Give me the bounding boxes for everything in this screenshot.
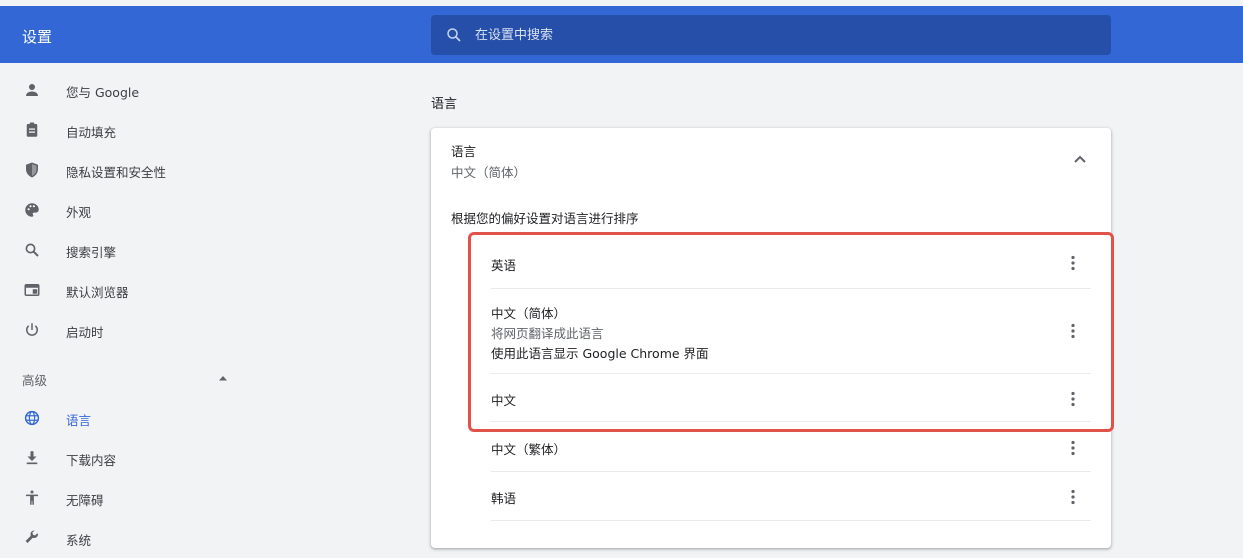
clipboard-icon [26,122,38,137]
more-vert-icon[interactable] [1063,438,1083,458]
accessibility-icon [26,490,38,505]
search-input[interactable] [475,15,1095,55]
page-title: 设置 [22,28,53,46]
chevron-up-icon[interactable] [1065,144,1095,174]
sidebar-advanced-toggle[interactable]: 高级 [22,370,47,389]
sidebar-item-label: 下载内容 [66,453,117,468]
sidebar-item-label: 默认浏览器 [66,285,129,300]
language-row: 中文（简体） 将网页翻译成此语言 使用此语言显示 Google Chrome 界… [491,289,1091,374]
sidebar-item-you-and-google[interactable]: 您与 Google [0,70,256,110]
shield-icon [26,162,38,178]
language-name: 中文（繁体） [491,442,567,457]
sidebar-item-system[interactable]: 系统 [0,518,256,558]
sidebar-item-appearance[interactable]: 外观 [0,190,256,230]
arrow-up-icon[interactable] [218,374,228,382]
languages-card: 语言 中文（简体） 根据您的偏好设置对语言进行排序 英语 中文（简体） 将网页翻… [431,128,1111,548]
sidebar-item-label: 隐私设置和安全性 [66,165,167,180]
person-icon [26,84,38,96]
search-box[interactable] [431,15,1111,55]
language-name: 中文（简体） [491,306,567,321]
more-vert-icon[interactable] [1063,321,1083,341]
power-icon [26,323,38,336]
language-name: 中文 [491,393,517,408]
language-name: 英语 [491,258,517,273]
globe-icon [24,410,40,426]
sidebar-item-label: 启动时 [66,325,104,340]
language-row: 中文（繁体） [491,422,1091,472]
card-title: 语言 [451,144,477,159]
more-vert-icon[interactable] [1063,253,1083,273]
sidebar-item-accessibility[interactable]: 无障碍 [0,478,256,518]
sidebar-item-autofill[interactable]: 自动填充 [0,110,256,150]
language-row: 英语 [491,233,1091,289]
language-name: 韩语 [491,491,517,506]
main-content: 语言 语言 中文（简体） 根据您的偏好设置对语言进行排序 英语 中文（简体） 将… [431,63,1111,548]
sidebar-item-on-startup[interactable]: 启动时 [0,310,256,350]
top-bar: 设置 [0,6,1243,63]
language-row: 中文 [491,374,1091,422]
sidebar-item-privacy[interactable]: 隐私设置和安全性 [0,150,256,190]
language-note: 将网页翻译成此语言 [491,326,604,341]
sidebar-item-label: 无障碍 [66,493,104,508]
sidebar-item-default-browser[interactable]: 默认浏览器 [0,270,256,310]
search-icon [25,243,39,257]
sidebar-item-label: 搜索引擎 [66,245,117,260]
wrench-icon [25,530,39,543]
sidebar-item-label: 语言 [66,413,92,428]
palette-icon [25,203,39,217]
sidebar-item-label: 外观 [66,205,92,220]
sidebar-item-label: 您与 Google [66,85,140,100]
order-description: 根据您的偏好设置对语言进行排序 [451,211,639,226]
sidebar-item-label: 自动填充 [66,125,117,140]
language-row: 韩语 [491,472,1091,521]
sidebar-item-downloads[interactable]: 下载内容 [0,438,256,478]
sidebar-item-search-engine[interactable]: 搜索引擎 [0,230,256,270]
download-icon [26,451,38,465]
search-icon [447,28,461,42]
sidebar-item-label: 系统 [66,533,92,548]
sidebar-item-languages[interactable]: 语言 [0,398,256,438]
card-subtitle: 中文（简体） [451,165,527,180]
more-vert-icon[interactable] [1063,487,1083,507]
language-note: 使用此语言显示 Google Chrome 界面 [491,346,709,361]
more-vert-icon[interactable] [1063,389,1083,409]
sidebar: 您与 Google 自动填充 隐私设置和安全性 外观 搜索引擎 默认浏览器 启动… [0,63,260,548]
browser-icon [24,284,40,296]
section-title: 语言 [431,97,458,112]
